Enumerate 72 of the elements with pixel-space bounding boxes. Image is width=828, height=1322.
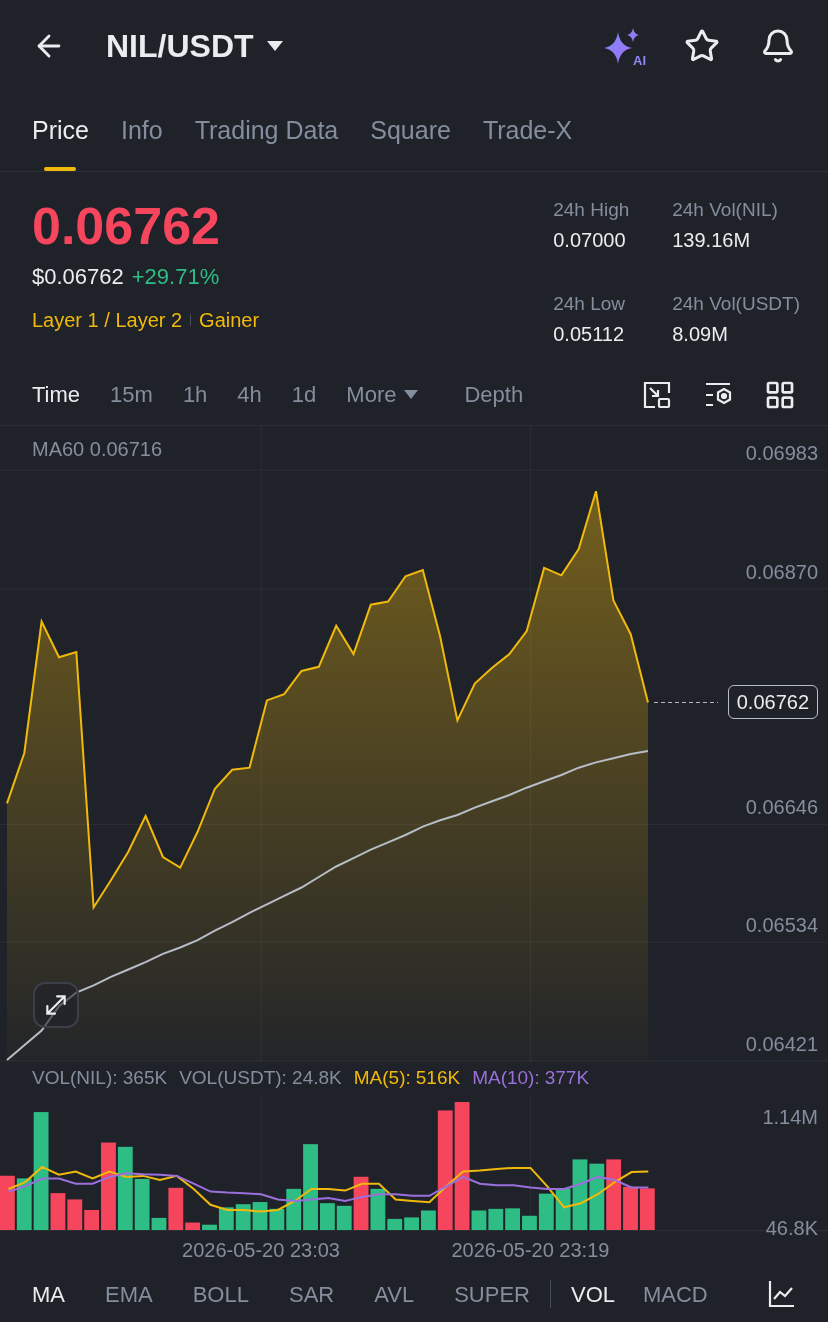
chart-mode-button[interactable] xyxy=(642,379,672,410)
axis-label: 2026-05-20 23:19 xyxy=(451,1239,610,1261)
ai-assistant-button[interactable]: AI xyxy=(602,26,644,66)
volume-bar xyxy=(589,1163,605,1230)
star-icon xyxy=(684,28,720,64)
category-tag[interactable]: Gainer xyxy=(199,305,260,335)
indicator-tab[interactable]: SAR xyxy=(288,1277,335,1311)
category-tag[interactable]: Layer 1 / Layer 2 xyxy=(32,305,183,335)
usd-price: $0.06762 xyxy=(32,263,124,291)
volume-legend: VOL(USDT): 24.8K xyxy=(179,1063,342,1093)
interval-option[interactable]: Time xyxy=(32,378,81,411)
ma-label: MA60 0.06716 xyxy=(32,437,163,462)
interval-option[interactable]: 15m xyxy=(110,378,153,411)
tab[interactable]: Square xyxy=(370,111,451,171)
leader-line xyxy=(653,702,719,703)
caret-icon xyxy=(265,40,284,52)
axis-label: 1.14M xyxy=(762,1106,818,1129)
interval-option[interactable]: Depth xyxy=(464,378,524,411)
indicator-tab[interactable]: SUPER xyxy=(454,1277,530,1311)
bell-icon xyxy=(760,28,796,64)
more-dropdown[interactable]: More xyxy=(346,378,419,411)
axis-label: 0.06983 xyxy=(745,442,818,465)
notification-button[interactable] xyxy=(760,28,796,64)
volume-bar xyxy=(252,1202,268,1230)
stat-value: 0.05112 xyxy=(553,321,626,347)
stat-label: 24h Vol(USDT) xyxy=(672,292,800,316)
axis-label: 2026-05-20 23:03 xyxy=(182,1239,340,1261)
pair-selector[interactable]: NIL/USDT xyxy=(106,22,284,70)
indicator-tab[interactable]: MA xyxy=(32,1277,65,1311)
chart-settings-icon xyxy=(766,1279,796,1309)
volume-legend: MA(10): xyxy=(472,1063,540,1093)
axis-label: 0.06534 xyxy=(745,914,818,937)
expand-button[interactable] xyxy=(33,982,79,1028)
volume-bar xyxy=(0,1175,15,1230)
tab[interactable]: Trading Data xyxy=(194,111,339,171)
axis-label: 0.06646 xyxy=(745,796,818,819)
stat-value: 0.07000 xyxy=(553,227,627,253)
volume-legend: VOL(NIL): 365K xyxy=(32,1063,168,1093)
indicator-tab[interactable]: VOL xyxy=(570,1277,615,1311)
tab[interactable]: Price xyxy=(32,111,89,171)
interval-option[interactable]: 1d xyxy=(291,378,317,411)
stat-value: 8.09M xyxy=(672,321,729,347)
axis-label: 0.06421 xyxy=(745,1033,818,1055)
volume-bar xyxy=(639,1188,655,1230)
stat-label: 24h Low xyxy=(553,292,627,316)
expand-icon xyxy=(43,992,69,1018)
volume-legend: MA(5): xyxy=(353,1063,411,1093)
price-change: +29.71% xyxy=(131,263,220,291)
last-price: 0.06762 xyxy=(32,196,221,256)
favorite-button[interactable] xyxy=(684,28,720,64)
tab[interactable]: Info xyxy=(120,111,163,171)
interval-option[interactable]: 1h xyxy=(182,378,208,411)
indicator-tab[interactable]: BOLL xyxy=(192,1277,249,1311)
axis-label: 46.8K xyxy=(765,1217,818,1240)
indicator-tab[interactable]: EMA xyxy=(105,1277,153,1311)
current-price-tag: 0.06762 xyxy=(727,685,818,720)
indicator-tab[interactable]: MACD xyxy=(643,1277,708,1311)
window-icon xyxy=(642,379,672,410)
indicator-tab[interactable]: AVL xyxy=(374,1277,415,1311)
stat-label: 24h Vol(NIL) xyxy=(672,198,779,222)
volume-reading: 516K xyxy=(415,1065,461,1090)
volume-bar xyxy=(235,1204,251,1230)
chart-settings-button[interactable] xyxy=(766,1279,796,1309)
volume-bar xyxy=(404,1217,419,1230)
tab[interactable]: Trade-X xyxy=(482,111,573,171)
volume-bar xyxy=(488,1208,504,1230)
interval-option[interactable]: 4h xyxy=(237,378,262,411)
stat-value: 139.16M xyxy=(672,227,752,253)
axis-label: 0.06870 xyxy=(745,560,818,583)
stat-label: 24h High xyxy=(553,198,631,222)
caret-icon xyxy=(404,390,419,399)
volume-reading: 377K xyxy=(544,1065,590,1090)
